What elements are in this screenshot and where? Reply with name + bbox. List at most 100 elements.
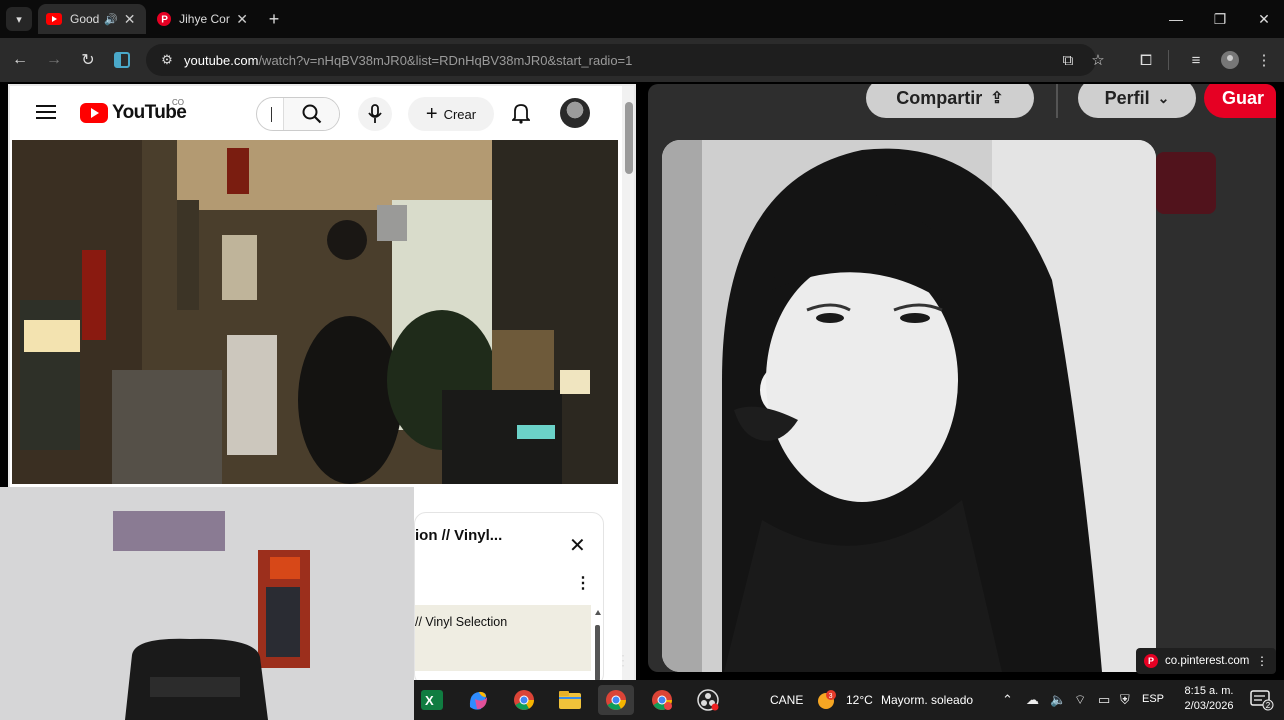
scrollbar-thumb[interactable] <box>625 102 633 174</box>
create-label: Crear <box>443 106 477 122</box>
pinterest-favicon-icon: P <box>156 11 171 27</box>
battery-icon[interactable]: ▭ <box>1098 692 1110 708</box>
search-icon[interactable] <box>283 98 339 130</box>
clock-date: 2/03/2026 <box>1184 700 1234 712</box>
clock-time: 8:15 a. m. <box>1184 685 1234 697</box>
chevron-down-icon: ⌄ <box>1157 89 1170 106</box>
security-shield-icon[interactable]: ⛨ <box>1120 692 1130 708</box>
notification-count: 2 <box>1266 701 1271 710</box>
webcam-overlay <box>0 487 414 720</box>
save-label: Guar <box>1222 87 1265 108</box>
tab-search-button[interactable]: ▾ <box>6 7 32 31</box>
sidebar-thumbnail[interactable] <box>1156 152 1216 214</box>
profile-avatar-icon[interactable] <box>1218 49 1242 71</box>
tab-youtube[interactable]: Good 🔊 ✕ <box>38 4 146 34</box>
playlist-item-title: // Vinyl Selection <box>415 615 508 629</box>
create-button[interactable]: + Crear <box>408 97 494 131</box>
close-tab-icon[interactable]: ✕ <box>236 11 248 28</box>
cloud-drive-icon[interactable]: ☁ <box>1026 692 1039 708</box>
file-explorer-icon[interactable] <box>552 685 588 715</box>
video-frame-image <box>12 140 618 484</box>
hamburger-menu-icon[interactable] <box>36 105 56 119</box>
profile-label: Perfil <box>1104 87 1150 108</box>
notification-center-icon[interactable]: 2 <box>1250 689 1274 711</box>
header-divider <box>1056 84 1058 118</box>
obs-recorder-icon[interactable] <box>690 685 726 715</box>
country-code: CO <box>172 98 184 107</box>
close-tab-icon[interactable]: ✕ <box>124 11 136 28</box>
portrait-photo <box>662 140 1156 672</box>
excel-icon[interactable]: X <box>414 685 450 715</box>
more-options-icon[interactable]: ⋮ <box>616 652 630 669</box>
save-button[interactable]: Guar <box>1204 84 1276 118</box>
video-player[interactable] <box>12 140 618 484</box>
playlist-item[interactable]: // Vinyl Selection <box>415 605 591 671</box>
more-options-icon[interactable]: ⋮ <box>1256 654 1268 668</box>
url-host: youtube.com <box>184 52 259 68</box>
media-controls-icon[interactable]: ≡ <box>1184 49 1208 71</box>
speaker-icon[interactable]: 🔈 <box>1050 692 1066 708</box>
browser-menu-icon[interactable]: ⋮ <box>1252 49 1276 71</box>
wifi-icon[interactable]: ⌔ <box>1074 692 1086 708</box>
new-tab-button[interactable]: + <box>262 8 286 30</box>
text-caret <box>271 107 272 122</box>
tab-strip: ▾ Good 🔊 ✕ P Jihye Cor ✕ + — ❐ ✕ <box>0 0 1284 38</box>
windows-taskbar: X CANE 3 12°C Mayorm. soleado ⌃ ☁ 🔈 ⌔ ▭ … <box>414 680 1284 720</box>
weather-badge: 3 <box>829 693 833 700</box>
playlist-title[interactable]: ion // Vinyl... <box>415 527 502 544</box>
pinterest-window: Compartir ⇪ Perfil ⌄ Guar <box>648 84 1276 672</box>
minimize-icon[interactable]: — <box>1156 6 1196 32</box>
chrome-profile-1-icon[interactable] <box>598 685 634 715</box>
weather-temp[interactable]: 12°C <box>846 693 873 707</box>
bookmark-star-icon[interactable]: ☆ <box>1086 49 1110 71</box>
svg-text:X: X <box>425 693 434 708</box>
weather-sun-icon[interactable]: 3 <box>816 689 838 711</box>
more-options-icon[interactable]: ⋮ <box>575 573 591 593</box>
plus-icon: + <box>425 102 438 125</box>
url-path: /watch?v=nHqBV38mJR0&list=RDnHqBV38mJR0&… <box>258 52 633 68</box>
weather-description[interactable]: Mayorm. soleado <box>881 693 973 707</box>
notifications-bell-icon[interactable] <box>508 99 534 127</box>
pin-image[interactable] <box>662 140 1156 672</box>
share-button[interactable]: Compartir ⇪ <box>866 84 1034 118</box>
tab-title: Good <box>70 12 100 26</box>
install-app-icon[interactable]: ⧉ <box>1056 49 1080 71</box>
share-icon: ⇪ <box>990 90 1004 107</box>
playlist-panel: ion // Vinyl... ✕ ⋮ // Vinyl Selection <box>414 512 604 686</box>
close-window-icon[interactable]: ✕ <box>1244 6 1284 32</box>
status-url: co.pinterest.com <box>1165 655 1250 667</box>
extensions-icon[interactable]: ⧠ <box>1134 49 1158 71</box>
back-arrow-icon[interactable]: ← <box>6 47 34 73</box>
sidepanel-icon[interactable] <box>108 47 136 73</box>
user-label[interactable]: CANE <box>770 693 803 707</box>
microphone-icon[interactable] <box>358 97 392 131</box>
chevron-up-icon[interactable]: ⌃ <box>1002 692 1013 708</box>
forward-arrow-icon[interactable]: → <box>40 47 68 73</box>
panel-scrollbar[interactable] <box>593 609 603 681</box>
clock[interactable]: 8:15 a. m. 2/03/2026 <box>1174 685 1244 712</box>
youtube-header: YouTube CO + Crear <box>10 86 622 140</box>
youtube-logo-icon[interactable] <box>80 103 108 123</box>
webcam-feed <box>0 487 414 720</box>
site-info-icon[interactable]: ⚙ <box>152 52 182 68</box>
svg-text:P: P <box>161 15 168 26</box>
tab-pinterest[interactable]: P Jihye Cor ✕ <box>148 4 256 34</box>
pinterest-logo-icon: P <box>1144 654 1158 668</box>
copilot-icon[interactable] <box>460 685 496 715</box>
restore-icon[interactable]: ❐ <box>1200 6 1240 32</box>
profile-dropdown[interactable]: Perfil ⌄ <box>1078 84 1196 118</box>
user-avatar[interactable] <box>560 98 590 128</box>
search-input[interactable] <box>256 97 340 131</box>
youtube-favicon-icon <box>46 11 62 27</box>
speaker-icon[interactable]: 🔊 <box>104 13 118 26</box>
page-scrollbar[interactable] <box>622 86 634 688</box>
address-bar[interactable]: ⚙ youtube.com/watch?v=nHqBV38mJR0&list=R… <box>146 44 1096 76</box>
chrome-profile-2-icon[interactable] <box>644 685 680 715</box>
browser-toolbar: ← → ↻ ⚙ youtube.com/watch?v=nHqBV38mJR0&… <box>0 38 1284 82</box>
chrome-icon[interactable] <box>506 685 542 715</box>
link-status-bar: P co.pinterest.com ⋮ <box>1136 648 1276 674</box>
close-icon[interactable]: ✕ <box>569 533 586 558</box>
language-indicator[interactable]: ESP <box>1142 693 1164 705</box>
toolbar-divider <box>1168 50 1169 70</box>
reload-icon[interactable]: ↻ <box>74 47 102 73</box>
